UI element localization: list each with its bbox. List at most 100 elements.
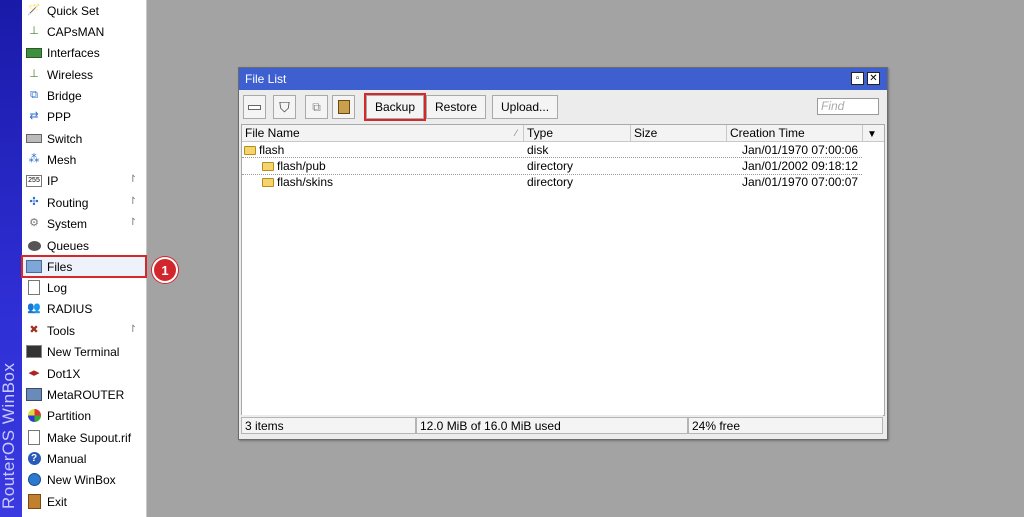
menu-item-label: Make Supout.rif <box>47 430 132 445</box>
column-header-creation-time[interactable]: Creation Time <box>727 125 863 141</box>
menu-item-label: Dot1X <box>47 366 81 381</box>
step-marker-1-label: 1 <box>161 262 169 278</box>
table-header: File Name ⁄ Type Size Creation Time ▼ <box>242 125 884 142</box>
menu-item-label: Files <box>47 259 73 274</box>
column-menu-button[interactable]: ▼ <box>864 125 884 141</box>
column-header-label: File Name <box>245 126 300 140</box>
menu-item-label: Queues <box>47 238 90 253</box>
table-row[interactable]: flash disk Jan/01/1970 07:00:06 <box>242 142 862 158</box>
switch-icon <box>26 131 42 147</box>
menu-item-files[interactable]: Files <box>21 255 147 278</box>
file-list-window: File List ▫ ✕ ⛉ ⧉ Backup Restore Upload.… <box>238 67 888 440</box>
menu-item-dot1x[interactable]: ◂▸ Dot1X <box>22 363 146 384</box>
menu-item-label: Mesh <box>47 152 77 167</box>
exit-icon <box>26 494 42 510</box>
menu-item-manual[interactable]: ? Manual <box>22 448 146 469</box>
system-icon: ⚙ <box>29 217 39 229</box>
menu-item-tools[interactable]: ✖ Tools ↾ <box>22 320 146 341</box>
menu-item-label: Switch <box>47 131 83 146</box>
menu-item-label: Partition <box>47 408 92 423</box>
menu-item-ppp[interactable]: ⇄ PPP <box>22 106 146 127</box>
upload-button[interactable]: Upload... <box>492 95 559 119</box>
menu-item-radius[interactable]: 👥 RADIUS <box>22 298 146 319</box>
menu-item-log[interactable]: Log <box>22 277 146 298</box>
find-input[interactable]: Find <box>817 98 879 115</box>
table-row[interactable]: flash/pub directory Jan/01/2002 09:18:12 <box>242 157 862 175</box>
menu-item-label: New Terminal <box>47 344 120 359</box>
brand-strip: RouterOS WinBox <box>0 0 22 517</box>
supout-icon <box>26 430 42 446</box>
menu-item-exit[interactable]: Exit <box>22 491 146 512</box>
maximize-icon[interactable]: ▫ <box>851 72 864 85</box>
type-cell: directory <box>527 159 574 173</box>
file-name: flash/pub <box>277 159 326 173</box>
capsman-icon: ⊥ <box>29 25 39 37</box>
submenu-arrow-icon: ↾ <box>128 217 137 228</box>
menu-item-label: Log <box>47 280 68 295</box>
submenu-arrow-icon: ↾ <box>128 196 137 207</box>
submenu-arrow-icon: ↾ <box>128 324 137 335</box>
bridge-icon: ⧉ <box>30 89 38 101</box>
backup-button-label: Backup <box>375 100 416 114</box>
type-cell: directory <box>527 175 574 189</box>
menu-item-switch[interactable]: Switch <box>22 128 146 149</box>
interfaces-icon <box>26 45 42 61</box>
quick-set-icon: 🪄 <box>27 4 41 16</box>
partition-icon <box>26 408 42 424</box>
menu-item-label: RADIUS <box>47 301 93 316</box>
remove-button[interactable] <box>243 95 266 119</box>
menu-item-label: Bridge <box>47 88 82 103</box>
queues-icon <box>26 238 42 254</box>
menu-item-ip[interactable]: 255 IP ↾ <box>22 170 146 191</box>
menu-item-label: Wireless <box>47 67 94 82</box>
status-bar: 3 items 12.0 MiB of 16.0 MiB used 24% fr… <box>241 415 883 435</box>
menu-item-routing[interactable]: ✣ Routing ↾ <box>22 192 146 213</box>
status-item-count: 3 items <box>241 417 416 434</box>
column-header-label: Size <box>634 126 658 140</box>
menu-item-quick-set[interactable]: 🪄 Quick Set <box>22 0 146 21</box>
restore-button[interactable]: Restore <box>426 95 487 119</box>
status-free-space: 24% free <box>688 417 883 434</box>
menu-item-wireless[interactable]: ⊥ Wireless <box>22 64 146 85</box>
main-menu: 🪄 Quick Set ⊥ CAPsMAN Interfaces ⊥ Wirel… <box>21 0 147 517</box>
menu-item-label: New WinBox <box>47 472 116 487</box>
paste-button[interactable] <box>332 95 355 119</box>
menu-item-system[interactable]: ⚙ System ↾ <box>22 213 146 234</box>
menu-item-metarouter[interactable]: MetaROUTER <box>22 384 146 405</box>
menu-item-label: Manual <box>47 451 87 466</box>
menu-item-label: PPP <box>47 109 72 124</box>
column-header-label: Creation Time <box>730 126 805 140</box>
menu-item-new-terminal[interactable]: New Terminal <box>22 341 146 362</box>
menu-item-partition[interactable]: Partition <box>22 405 146 426</box>
copy-button[interactable]: ⧉ <box>305 95 328 119</box>
column-header-file-name[interactable]: File Name ⁄ <box>242 125 524 141</box>
menu-item-label: MetaROUTER <box>47 387 125 402</box>
menu-item-mesh[interactable]: ⁂ Mesh <box>22 149 146 170</box>
menu-item-new-winbox[interactable]: New WinBox <box>22 469 146 490</box>
folder-icon <box>244 146 256 155</box>
menu-item-bridge[interactable]: ⧉ Bridge <box>22 85 146 106</box>
menu-item-label: Interfaces <box>47 45 100 60</box>
menu-item-make-supout[interactable]: Make Supout.rif <box>22 427 146 448</box>
menu-item-interfaces[interactable]: Interfaces <box>22 42 146 63</box>
table-row[interactable]: flash/skins directory Jan/01/1970 07:00:… <box>242 174 862 190</box>
column-header-type[interactable]: Type <box>524 125 631 141</box>
sort-icon: ⁄ <box>515 128 517 138</box>
status-disk-usage: 12.0 MiB of 16.0 MiB used <box>416 417 688 434</box>
menu-item-capsman[interactable]: ⊥ CAPsMAN <box>22 21 146 42</box>
menu-item-label: System <box>47 216 88 231</box>
dot1x-icon: ◂▸ <box>28 367 40 379</box>
column-header-size[interactable]: Size <box>631 125 727 141</box>
close-icon[interactable]: ✕ <box>867 72 880 85</box>
creation-time-cell: Jan/01/2002 09:18:12 <box>742 159 859 173</box>
menu-item-label: Exit <box>47 494 68 509</box>
backup-button[interactable]: Backup <box>363 93 427 121</box>
folder-icon <box>262 178 274 187</box>
filter-button[interactable]: ⛉ <box>273 95 296 119</box>
menu-item-queues[interactable]: Queues <box>22 235 146 256</box>
creation-time-cell: Jan/01/1970 07:00:06 <box>742 143 859 157</box>
log-icon <box>26 280 42 296</box>
window-titlebar[interactable]: File List ▫ ✕ <box>239 68 887 90</box>
winbox-icon <box>26 472 42 488</box>
file-name-cell: flash/skins <box>262 174 333 190</box>
